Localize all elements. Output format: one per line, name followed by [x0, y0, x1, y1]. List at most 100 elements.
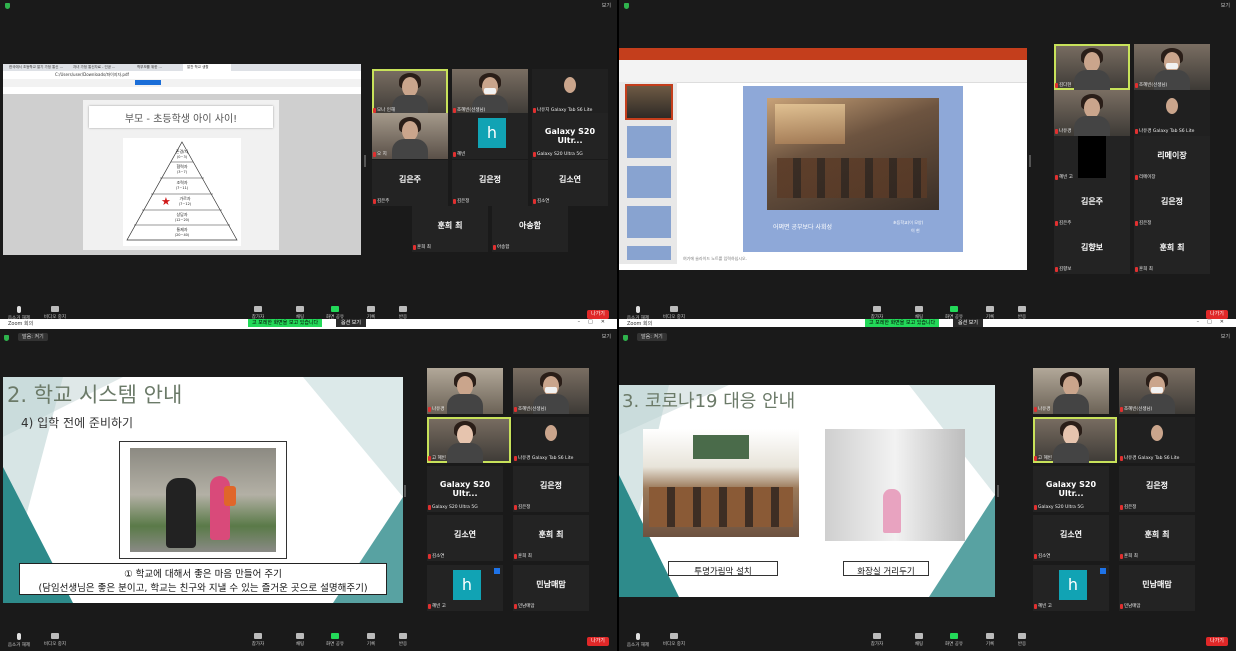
participant-tile[interactable]: Galaxy S20 Ultr... Galaxy S20 Ultra 5G	[427, 466, 503, 512]
participants-button[interactable]: 참가자	[862, 633, 892, 647]
window-controls[interactable]: –□✕	[578, 319, 613, 325]
chat-icon	[915, 633, 923, 639]
share-screen-button[interactable]: 화면 공유	[320, 633, 350, 647]
participant-tile[interactable]: 민남매맘 민남매맘	[1119, 565, 1195, 611]
reactions-button[interactable]: 반응	[1007, 633, 1037, 647]
participant-tile[interactable]: 나유경 Galaxy Tab S6 Lite	[513, 417, 589, 463]
participant-tile[interactable]: 아송함 아송함	[492, 206, 568, 252]
participant-tile[interactable]: 고 혜빈	[427, 417, 511, 463]
participants-button[interactable]: 참가자	[243, 633, 273, 647]
record-button[interactable]: 기록	[975, 633, 1005, 647]
participant-tile[interactable]: 고 혜빈	[1033, 417, 1117, 463]
participant-tile[interactable]: 김은주 김은주	[372, 160, 448, 206]
view-button[interactable]: 보기	[602, 2, 611, 9]
participant-tile[interactable]: 김은정 김은정	[513, 466, 589, 512]
participant-tile[interactable]: 김소연 김소연	[1033, 515, 1109, 561]
participant-tile[interactable]: 김은정 김은정	[452, 160, 528, 206]
mute-button[interactable]: 음소거 해제	[4, 633, 34, 648]
split-handle[interactable]	[1029, 155, 1031, 167]
participant-tile[interactable]: 리메이장 리메이장	[1134, 136, 1210, 182]
participant-tile[interactable]: 김은주 김은주	[1054, 182, 1130, 228]
leave-button[interactable]: 나가기	[587, 310, 609, 319]
participant-tile[interactable]: 김은정 김은정	[1119, 466, 1195, 512]
video-button[interactable]: 비디오 중지	[40, 306, 70, 320]
reactions-button[interactable]: 반응	[388, 633, 418, 647]
participant-tile[interactable]: 조혜빈(선생님)	[1119, 368, 1195, 414]
slide-thumb[interactable]	[627, 206, 671, 238]
mute-button[interactable]: 음소거 해제	[623, 633, 653, 648]
slide-thumb[interactable]	[625, 84, 673, 120]
split-handle[interactable]	[997, 485, 999, 497]
leave-button[interactable]: 나가기	[587, 637, 609, 646]
audio-pill[interactable]: 말음: 켜기	[637, 333, 667, 341]
record-button[interactable]: 기록	[975, 306, 1005, 320]
participant-tile[interactable]: 조혜빈(선생님)	[452, 69, 528, 115]
browser-tab[interactable]: 자녀 가정 통신자료 - 인공 ...	[73, 65, 131, 70]
participant-tile[interactable]: Galaxy S20 Ultr... Galaxy S20 Ultra 5G	[1033, 466, 1109, 512]
reactions-button[interactable]: 반응	[388, 306, 418, 320]
slide-thumb[interactable]	[627, 246, 671, 260]
participant-tile[interactable]: 훈희 최 훈희 최	[1119, 515, 1195, 561]
chat-button[interactable]: 채팅	[285, 306, 315, 320]
video-button[interactable]: 비디오 중지	[659, 633, 689, 647]
participant-tile[interactable]: 나유경 Galaxy Tab S6 Lite	[1119, 417, 1195, 463]
participant-tile[interactable]: 김은정 김은정	[1134, 182, 1210, 228]
participant-tile[interactable]: 김소연 김소연	[427, 515, 503, 561]
browser-tab[interactable]: 학부모를 위한 ...	[137, 65, 177, 70]
share-screen-button[interactable]: 화면 공유	[320, 306, 350, 320]
participant-tile[interactable]: 김향보 김향보	[1054, 228, 1130, 274]
share-screen-button[interactable]: 화면 공유	[939, 633, 969, 647]
blue-button[interactable]	[135, 80, 161, 85]
participant-tile[interactable]: 훈희 최 훈희 최	[513, 515, 589, 561]
participant-tile[interactable]: Galaxy S20 Ultr... Galaxy S20 Ultra 5G	[532, 113, 608, 159]
view-button[interactable]: 보기	[1221, 333, 1230, 340]
participant-tile[interactable]: 모나 인해	[372, 69, 448, 115]
participant-tile[interactable]: 오 지	[372, 113, 448, 159]
participant-tile[interactable]: h 혜빈	[452, 113, 528, 159]
participant-tile[interactable]: 훈희 최 훈희 최	[412, 206, 488, 252]
audio-pill[interactable]: 말음: 켜기	[18, 333, 48, 341]
person-face	[1166, 98, 1178, 114]
video-button[interactable]: 비디오 중지	[659, 306, 689, 320]
participant-tile[interactable]: h 혜빈 고	[1033, 565, 1109, 611]
participant-tile[interactable]: h 혜빈 고	[427, 565, 503, 611]
slide-thumb[interactable]	[627, 166, 671, 198]
leave-button[interactable]: 나가기	[1206, 637, 1228, 646]
participant-tile[interactable]: 민남매맘 민남매맘	[513, 565, 589, 611]
participant-tile[interactable]: 혜빈 고	[1054, 136, 1130, 182]
participant-tile[interactable]: 나유경	[427, 368, 503, 414]
participants-button[interactable]: 참가자	[243, 306, 273, 320]
split-handle[interactable]	[404, 485, 406, 497]
participant-tile[interactable]: 조혜빈(선생님)	[513, 368, 589, 414]
person-face	[1084, 52, 1100, 72]
participant-tile[interactable]: 김소연 김소연	[532, 160, 608, 206]
slide-notes[interactable]: 여기에 슬라이드 노트를 입력하십시오.	[683, 256, 747, 262]
participant-tile[interactable]: 김다현	[1054, 44, 1130, 90]
record-button[interactable]: 기록	[356, 633, 386, 647]
participant-tile[interactable]: 나유경	[1033, 368, 1109, 414]
window-controls[interactable]: –□✕	[1197, 319, 1232, 325]
browser-tab[interactable]: 알찬 학교 생활	[183, 64, 231, 71]
record-button[interactable]: 기록	[356, 306, 386, 320]
chat-button[interactable]: 채팅	[285, 633, 315, 647]
participants-button[interactable]: 참가자	[862, 306, 892, 320]
chat-button[interactable]: 채팅	[904, 633, 934, 647]
split-handle[interactable]	[364, 155, 366, 167]
reactions-button[interactable]: 반응	[1007, 306, 1037, 320]
slide-thumb[interactable]	[627, 126, 671, 158]
participant-tile[interactable]: 나유경	[1054, 90, 1130, 136]
participant-tile[interactable]: 나유경 Galaxy Tab S6 Lite	[1134, 90, 1210, 136]
chat-button[interactable]: 채팅	[904, 306, 934, 320]
participant-tile[interactable]: 훈희 최 훈희 최	[1134, 228, 1210, 274]
leave-button[interactable]: 나가기	[1206, 310, 1228, 319]
options-button[interactable]: 옵션 보기	[953, 319, 983, 327]
video-button[interactable]: 비디오 중지	[40, 633, 70, 647]
view-button[interactable]: 보기	[602, 333, 611, 340]
participant-tile[interactable]: 조혜빈(선생님)	[1134, 44, 1210, 90]
share-screen-button[interactable]: 화면 공유	[939, 306, 969, 320]
participant-tile[interactable]: 나유지 Galaxy Tab S6 Lite	[532, 69, 608, 115]
browser-tab[interactable]: 한국에서 초등학교 알기 가정 통신 ...	[9, 65, 67, 70]
classroom-image	[767, 98, 939, 210]
view-button[interactable]: 보기	[1221, 2, 1230, 9]
options-button[interactable]: 옵션 보기	[336, 319, 366, 327]
